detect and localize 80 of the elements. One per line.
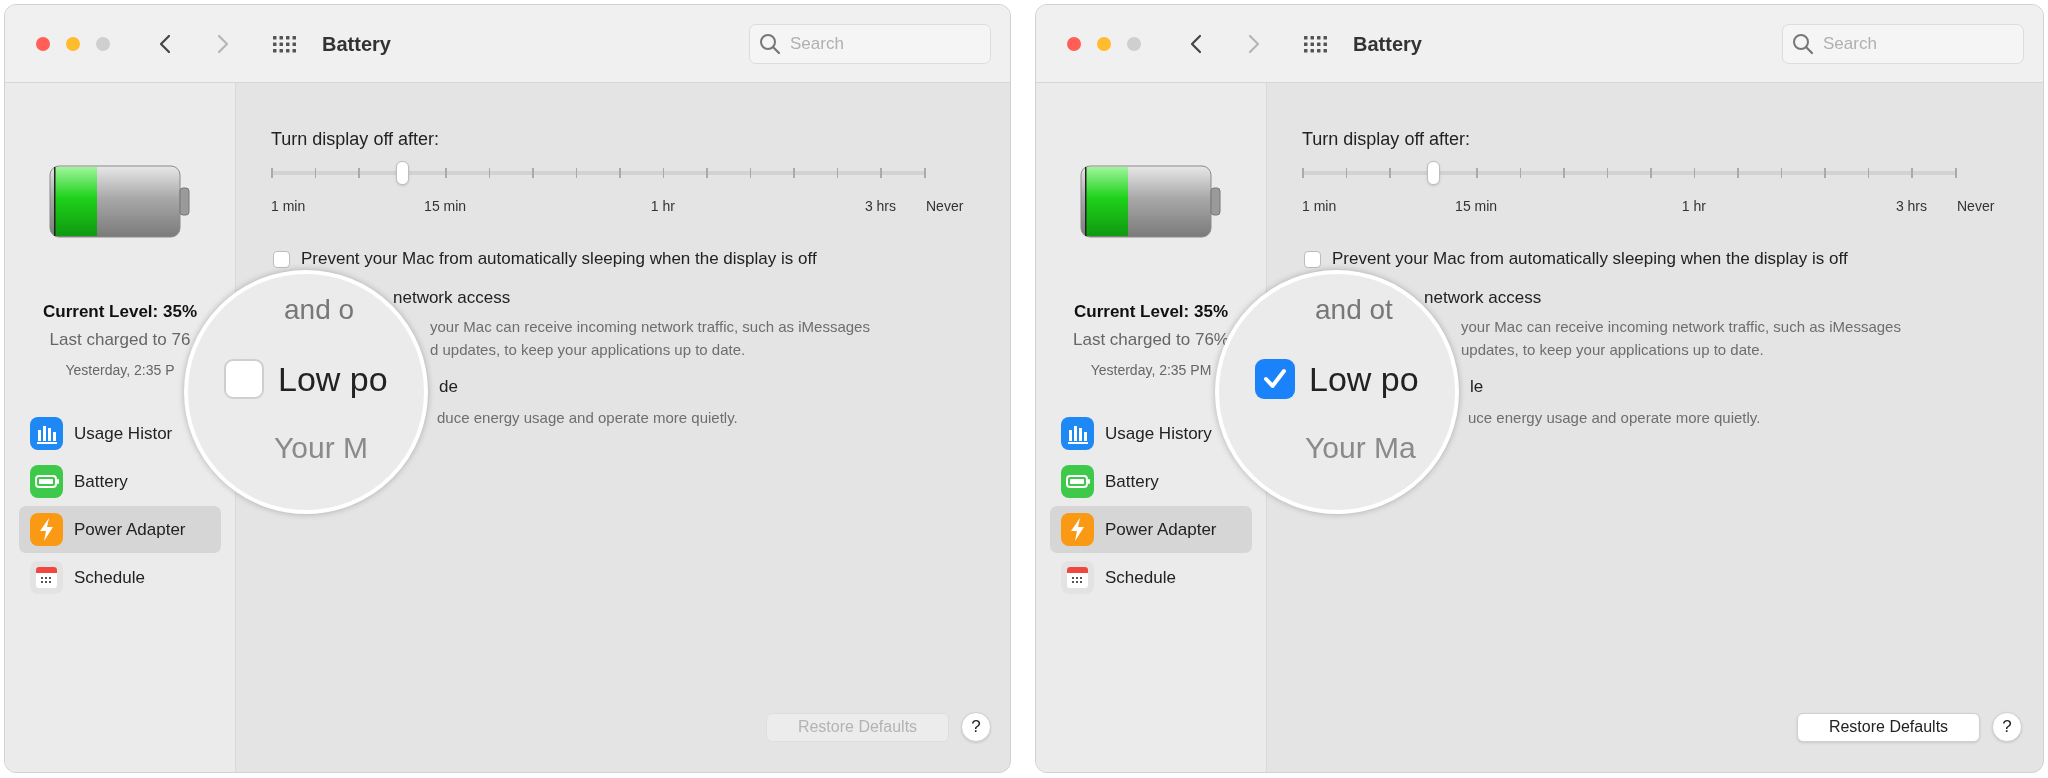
grid-icon [1304, 33, 1328, 54]
setting-description: uce energy usage and operate more quietly. [1468, 408, 1762, 428]
bar-chart-icon [30, 417, 63, 450]
setting-label: network access [393, 287, 512, 309]
close-button[interactable] [1067, 36, 1081, 51]
last-charged-label: Last charged to 76 [49, 329, 191, 351]
slider-thumb[interactable] [395, 161, 409, 185]
checkbox[interactable] [224, 359, 264, 399]
magnified-text: Your Ma [1305, 431, 1416, 465]
setting-label: de [439, 376, 459, 398]
slider[interactable] [1302, 161, 1957, 185]
lightning-icon [30, 513, 63, 546]
tick-label: 3 hrs [864, 197, 896, 216]
checkbox[interactable] [273, 250, 290, 268]
calendar-icon [30, 561, 63, 594]
search-field[interactable]: Search [749, 23, 991, 64]
sidebar-item[interactable]: Usage Histor [19, 410, 175, 457]
lightning-icon [1061, 513, 1094, 546]
forward-icon [1248, 33, 1260, 54]
search-field[interactable]: Search [1782, 23, 2024, 64]
magnified-checkbox-label: Low po [278, 359, 388, 400]
close-button[interactable] [36, 36, 50, 51]
setting-description: d updates, to keep your applications up to date. [430, 340, 747, 360]
zoom-button[interactable] [1127, 36, 1141, 51]
tick-label: Never [926, 197, 964, 216]
minimize-button[interactable] [1097, 36, 1111, 51]
help-button[interactable]: ? [1992, 712, 2022, 742]
back-icon [159, 33, 171, 54]
tick-label: 15 min [1455, 197, 1498, 216]
help-button[interactable]: ? [961, 712, 991, 742]
tick-label: 1 min [1302, 197, 1337, 216]
slider[interactable] [271, 161, 926, 185]
last-charged-time: Yesterday, 2:35 PM [1090, 361, 1212, 380]
magnified-text: and o [284, 294, 355, 326]
tick-label: 15 min [424, 197, 467, 216]
current-level-label: Current Level: 35% [43, 301, 197, 323]
forward-icon [217, 33, 229, 54]
sidebar-item[interactable]: Power Adapter [19, 506, 221, 553]
slider-label: Turn display off after: [271, 128, 441, 151]
search-icon [1792, 32, 1814, 55]
back-icon [1190, 33, 1202, 54]
last-charged-time: Yesterday, 2:35 P [65, 361, 175, 380]
sidebar-item[interactable]: Power Adapter [1050, 506, 1252, 553]
tick-label: Never [1957, 197, 1995, 216]
checkbox-label: Prevent your Mac from automatically sleeping when the display is off [1332, 248, 1848, 271]
bar-chart-icon [1061, 417, 1094, 450]
setting-description: your Mac can receive incoming network traffic, such as iMessages [1461, 317, 1902, 337]
sidebar-item[interactable]: Schedule [19, 554, 147, 601]
sidebar-item[interactable]: Usage History [1050, 410, 1214, 457]
setting-description: updates, to keep your applications up to date. [1461, 340, 1765, 360]
search-icon [759, 32, 781, 55]
grid-icon [273, 33, 297, 54]
checkbox[interactable] [1255, 359, 1295, 399]
sidebar-item[interactable]: Battery [19, 458, 130, 505]
sidebar-item[interactable]: Battery [1050, 458, 1161, 505]
sidebar-item[interactable]: Schedule [1050, 554, 1178, 601]
window-title: Battery [1353, 31, 1422, 57]
restore-defaults-button[interactable]: Restore Defaults [1797, 712, 1980, 742]
calendar-icon [1061, 561, 1094, 594]
checkbox[interactable] [1304, 250, 1321, 268]
slider-label: Turn display off after: [1302, 128, 1472, 151]
magnified-text: and ot [1315, 294, 1393, 326]
setting-description: duce energy usage and operate more quietly. [437, 408, 739, 428]
checkbox-label: Prevent your Mac from automatically sleeping when the display is off [301, 248, 817, 271]
tick-label: 1 hr [1681, 197, 1706, 216]
tick-label: 3 hrs [1895, 197, 1927, 216]
tick-label: 1 min [271, 197, 306, 216]
window-title: Battery [322, 31, 391, 57]
minimize-button[interactable] [66, 36, 80, 51]
current-level-label: Current Level: 35% [1074, 301, 1228, 323]
setting-label: le [1470, 376, 1485, 398]
battery-icon [1061, 465, 1094, 498]
magnified-text: Your M [274, 431, 368, 465]
tick-label: 1 hr [650, 197, 675, 216]
setting-label: network access [1424, 287, 1543, 309]
magnified-checkbox-label: Low po [1309, 359, 1419, 400]
battery-icon [30, 465, 63, 498]
setting-description: your Mac can receive incoming network traffic, such as iMessages [430, 317, 871, 337]
zoom-button[interactable] [96, 36, 110, 51]
slider-thumb[interactable] [1426, 161, 1440, 185]
